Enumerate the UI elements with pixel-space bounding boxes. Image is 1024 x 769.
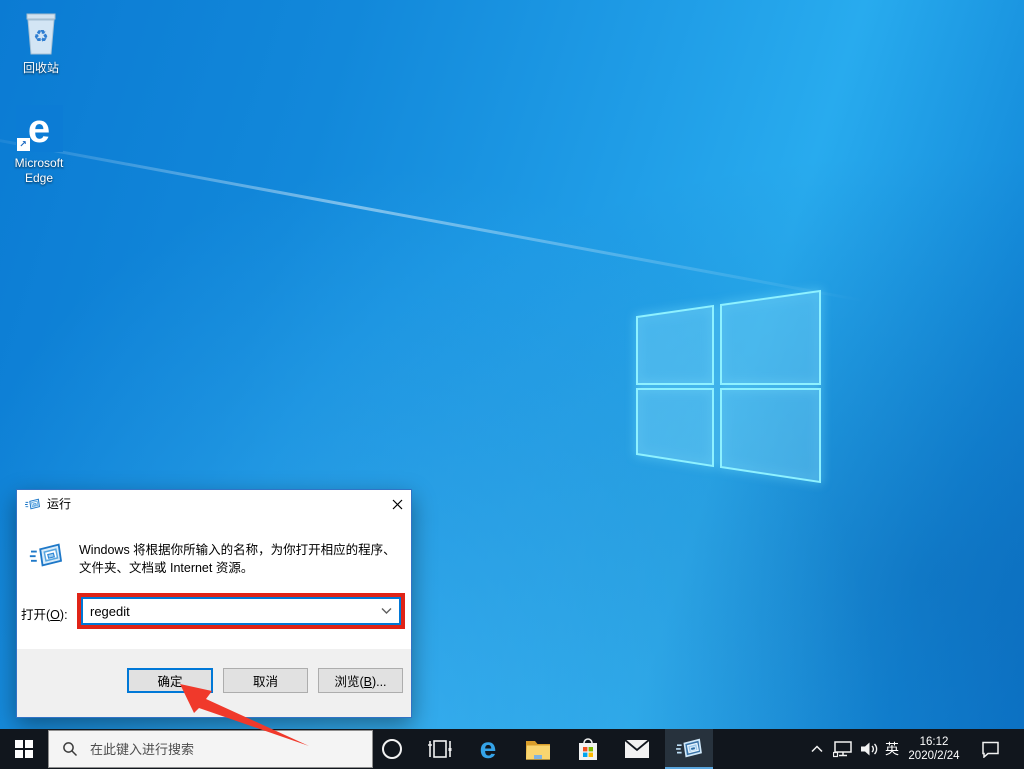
ethernet-network-icon xyxy=(833,740,853,758)
open-input[interactable] xyxy=(90,604,377,619)
clock-time: 16:12 xyxy=(920,735,949,749)
desktop-icon-microsoft-edge[interactable]: e ↗ Microsoft Edge xyxy=(0,105,78,186)
cancel-button-label: 取消 xyxy=(253,671,278,690)
tray-clock[interactable]: 16:12 2020/2/24 xyxy=(902,729,966,769)
edge-e-icon: e xyxy=(480,734,497,764)
microsoft-store-button[interactable] xyxy=(564,729,612,769)
recycle-bin-label: 回收站 xyxy=(2,61,80,76)
run-window-icon-large xyxy=(29,540,63,570)
ok-button[interactable]: 确定 xyxy=(127,668,213,693)
browse-label-mnemonic: B xyxy=(364,675,372,689)
open-field-label: 打开(O): xyxy=(21,604,77,623)
chevron-down-icon[interactable] xyxy=(381,607,392,615)
svg-text:♻: ♻ xyxy=(33,27,48,46)
annotation-highlight-box xyxy=(77,593,405,629)
edge-label-line1: Microsoft xyxy=(0,156,78,171)
edge-taskbar-button[interactable]: e xyxy=(464,729,512,769)
task-view-button[interactable] xyxy=(416,729,464,769)
file-explorer-button[interactable] xyxy=(514,729,562,769)
language-label: 英 xyxy=(885,739,899,759)
start-button[interactable] xyxy=(0,729,48,769)
run-window-icon xyxy=(676,736,702,760)
description-line1: Windows 将根据你所输入的名称，为你打开相应的程序、 xyxy=(79,541,405,559)
edge-e-icon: e xyxy=(28,107,50,151)
action-center-icon xyxy=(981,741,1000,758)
browse-button-label: 浏览(B)... xyxy=(334,671,386,690)
open-combobox[interactable] xyxy=(81,597,401,625)
search-icon xyxy=(62,741,78,757)
chevron-up-icon xyxy=(811,745,823,753)
taskbar: e xyxy=(0,729,1024,769)
browse-label-suffix: )... xyxy=(372,675,387,689)
close-button[interactable] xyxy=(388,495,406,513)
browse-button[interactable]: 浏览(B)... xyxy=(318,668,403,693)
folder-icon xyxy=(525,738,551,760)
open-label-mnemonic: O xyxy=(50,608,60,622)
cortana-button[interactable] xyxy=(368,729,416,769)
tray-show-hidden-icons-button[interactable] xyxy=(806,729,828,769)
cortana-circle-icon xyxy=(381,738,403,760)
open-label-suffix: ): xyxy=(60,608,68,622)
run-dialog-titlebar[interactable]: 运行 xyxy=(17,490,411,517)
search-input[interactable] xyxy=(88,741,342,758)
action-center-button[interactable] xyxy=(974,729,1006,769)
edge-tile: e ↗ xyxy=(16,105,63,152)
mail-envelope-icon xyxy=(624,739,650,759)
windows-start-icon xyxy=(15,740,33,758)
open-label-prefix: 打开( xyxy=(21,608,50,622)
desktop: ♻ 回收站 e ↗ Microsoft Edge 运行 xyxy=(0,0,1024,769)
tray-volume-button[interactable] xyxy=(856,729,882,769)
speaker-icon xyxy=(859,740,879,758)
taskbar-search-box[interactable] xyxy=(48,730,373,768)
clock-date: 2020/2/24 xyxy=(908,749,959,763)
tray-language-indicator[interactable]: 英 xyxy=(880,729,904,769)
description-line2: 文件夹、文档或 Internet 资源。 xyxy=(79,559,405,577)
close-icon xyxy=(392,499,403,510)
run-dialog-description: Windows 将根据你所输入的名称，为你打开相应的程序、 文件夹、文档或 In… xyxy=(79,541,405,577)
run-window-icon xyxy=(25,497,40,511)
browse-label-prefix: 浏览( xyxy=(334,675,363,689)
run-dialog: 运行 Windows 将根据你所输入的名称，为你打开相应的程序、 文件夹、文档或… xyxy=(16,489,412,718)
run-dialog-title: 运行 xyxy=(47,495,71,512)
task-view-icon xyxy=(428,738,452,760)
mail-button[interactable] xyxy=(613,729,661,769)
recycle-bin-icon: ♻ xyxy=(19,8,63,56)
tray-network-button[interactable] xyxy=(830,729,856,769)
cancel-button[interactable]: 取消 xyxy=(223,668,308,693)
desktop-icon-recycle-bin[interactable]: ♻ 回收站 xyxy=(2,8,80,76)
store-bag-icon xyxy=(576,736,600,762)
ok-button-label: 确定 xyxy=(157,671,182,690)
run-dialog-footer: 确定 取消 浏览(B)... xyxy=(17,649,411,717)
edge-label-line2: Edge xyxy=(0,171,78,186)
run-taskbar-button-active[interactable] xyxy=(665,729,713,769)
shortcut-arrow-icon: ↗ xyxy=(17,138,30,151)
